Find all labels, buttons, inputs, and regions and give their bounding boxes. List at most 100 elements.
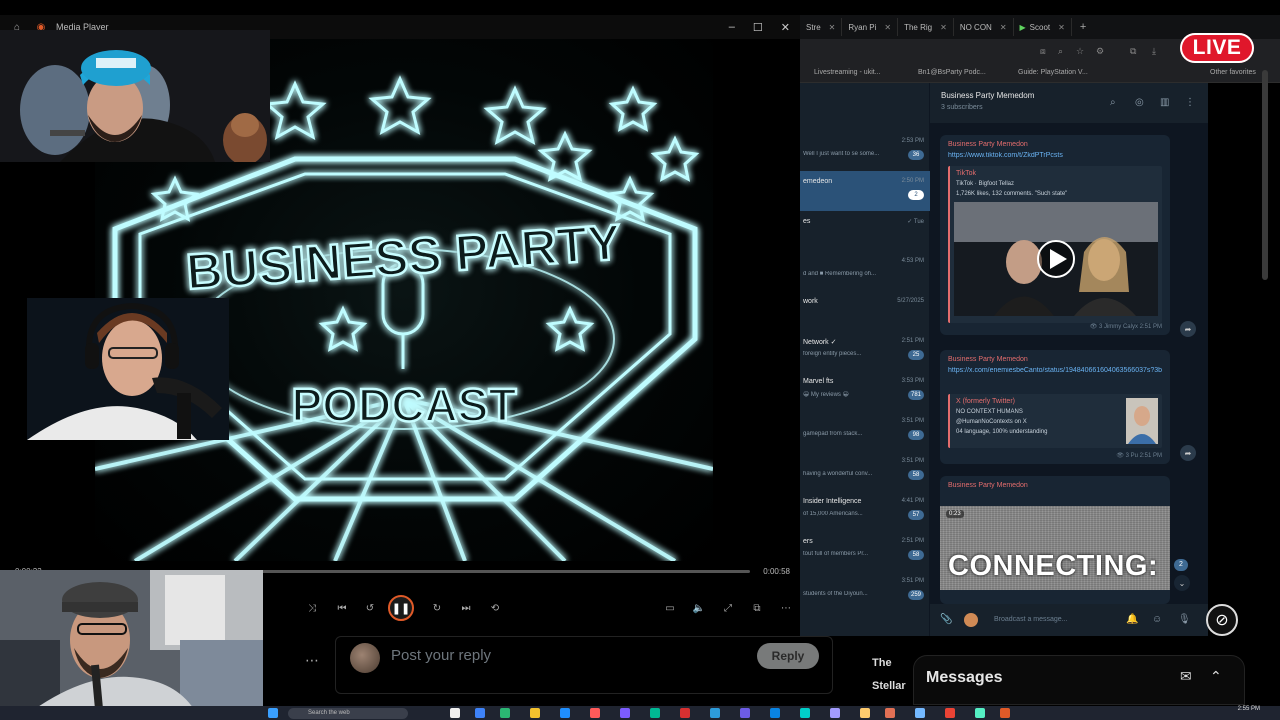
chat-list-item[interactable]: Marvel fts 3:53 PM 😀 My reviews 😀 781	[800, 371, 930, 411]
taskbar-app-icon[interactable]	[560, 708, 570, 718]
link-preview[interactable]: X (formerly Twitter) NO CONTEXT HUMANS @…	[948, 394, 1162, 448]
taskbar-app-icon[interactable]	[530, 708, 540, 718]
messages-panel[interactable]: Messages ✉ ⌃	[913, 655, 1245, 705]
chat-list-item[interactable]: 2:53 PM Well I just want to se some... 36	[800, 131, 930, 171]
sender-avatar[interactable]	[964, 613, 978, 627]
collections-icon[interactable]: ⧉	[1130, 46, 1136, 57]
message-bubble[interactable]: Business Party Memedon https://www.tikto…	[940, 135, 1170, 335]
fullscreen-icon[interactable]: ⤢	[720, 600, 736, 616]
forward-icon[interactable]: ➦	[1180, 321, 1196, 337]
trending-item-text[interactable]: Stellar	[872, 680, 906, 692]
taskbar-app-icon[interactable]	[650, 708, 660, 718]
chat-list-item[interactable]: es ✓ Tue	[800, 211, 930, 251]
taskbar-search[interactable]: Search the web	[288, 708, 408, 719]
voice-chat-icon[interactable]: ◎	[1135, 97, 1144, 108]
close-tab-icon[interactable]: ✕	[940, 23, 947, 32]
sidebar-toggle-icon[interactable]: ▥	[1160, 97, 1169, 108]
message-bubble[interactable]: Business Party Memedon https://x.com/ene…	[940, 350, 1170, 464]
browser-tab[interactable]: ▶ Scoot ✕	[1014, 18, 1072, 36]
close-tab-icon[interactable]: ✕	[884, 23, 891, 32]
start-icon[interactable]	[268, 708, 278, 718]
media-player-taskbar-icon[interactable]	[1000, 708, 1010, 718]
extension-icon[interactable]: ⚙	[1096, 46, 1104, 57]
pause-button[interactable]: ❚❚	[388, 595, 414, 621]
message-link[interactable]: https://x.com/enemiesbeCanto/status/1948…	[948, 367, 1162, 374]
bookmark-item[interactable]: Livestreaming - ukit...	[814, 69, 881, 76]
more-options-icon[interactable]: ⋮	[1185, 97, 1195, 108]
link-preview[interactable]: TikTok TikTok · Bigfoot Tellaz 1,726K li…	[948, 166, 1162, 323]
taskbar-app-icon[interactable]	[590, 708, 600, 718]
taskbar-app-icon[interactable]	[450, 708, 460, 718]
chat-header[interactable]: Business Party Memedom 3 subscribers ⌕ ◎…	[930, 83, 1208, 123]
new-message-icon[interactable]: ✉	[1180, 668, 1192, 685]
rewind-icon[interactable]: ↺	[362, 600, 378, 616]
taskbar-app-icon[interactable]	[830, 708, 840, 718]
compose-input[interactable]: Broadcast a message...	[994, 616, 1068, 623]
close-tab-icon[interactable]: ✕	[1000, 23, 1007, 32]
trending-item-text[interactable]: The	[872, 657, 892, 669]
video-thumbnail[interactable]	[954, 202, 1158, 316]
chat-list-item[interactable]: 4:53 PM d and ■ Remembering oh...	[800, 251, 930, 291]
microphone-icon[interactable]: 🎙	[1178, 614, 1191, 625]
taskbar-app-icon[interactable]	[740, 708, 750, 718]
taskbar-app-icon[interactable]	[860, 708, 870, 718]
taskbar-app-icon[interactable]	[975, 708, 985, 718]
search-icon[interactable]: ⌕	[1110, 97, 1116, 108]
forward-icon[interactable]: ➦	[1180, 445, 1196, 461]
taskbar-app-icon[interactable]	[710, 708, 720, 718]
chat-list-item[interactable]: 3:51 PM gamepad from stack... 98	[800, 411, 930, 451]
chat-list-item[interactable]: Insider Intelligence 4:41 PM of 15,000 Ame…	[800, 491, 930, 531]
bookmark-star-icon[interactable]: ☆	[1076, 46, 1084, 57]
browser-tab[interactable]: Stre ✕	[800, 18, 843, 36]
emoji-icon[interactable]: ☺	[1152, 614, 1162, 625]
attach-icon[interactable]: 📎	[940, 614, 952, 625]
taskbar-app-icon[interactable]	[915, 708, 925, 718]
zoom-icon[interactable]: ⌕	[1058, 46, 1063, 57]
video-message[interactable]: 0:23 CONNECTING:	[940, 506, 1170, 590]
chat-list-item[interactable]: emedeon 2:50 PM 2	[800, 171, 930, 211]
message-link[interactable]: https://www.tiktok.com/t/ZkdPTrPcsts	[948, 152, 1162, 159]
minimize-icon[interactable]: –	[729, 21, 735, 33]
bookmark-item[interactable]: Guide: PlayStation V...	[1018, 69, 1088, 76]
browser-tab[interactable]: The Rig ✕	[898, 18, 954, 36]
bookmark-item[interactable]: Bn1@BsParty Podc...	[918, 69, 986, 76]
taskbar-app-icon[interactable]	[885, 708, 895, 718]
captions-icon[interactable]: ▭	[662, 600, 678, 616]
reply-placeholder[interactable]: Post your reply	[391, 647, 491, 664]
chat-list-item[interactable]: Network ✓ 2:51 PM foreign entity pieces...…	[800, 331, 930, 371]
taskbar-app-icon[interactable]	[680, 708, 690, 718]
browser-scrollbar[interactable]	[1262, 70, 1268, 280]
disable-icon[interactable]: ⊘	[1206, 604, 1238, 636]
silent-bell-icon[interactable]: 🔔	[1126, 614, 1138, 625]
taskbar-app-icon[interactable]	[800, 708, 810, 718]
expand-icon[interactable]: ⌃	[1210, 668, 1222, 685]
taskbar-app-icon[interactable]	[770, 708, 780, 718]
shuffle-icon[interactable]: ⤨	[304, 600, 320, 616]
browser-tab[interactable]: Ryan Pi ✕	[842, 18, 899, 36]
maximize-icon[interactable]: ☐	[753, 21, 763, 34]
taskbar-app-icon[interactable]	[500, 708, 510, 718]
bookmark-item[interactable]: Other favorites	[1210, 69, 1256, 76]
scroll-down-icon[interactable]: ⌄	[1174, 575, 1190, 591]
reply-button[interactable]: Reply	[757, 643, 819, 669]
chat-list-item[interactable]: ers 2:51 PM tout full of members Pr... 58	[800, 531, 930, 571]
close-tab-icon[interactable]: ✕	[829, 23, 836, 32]
chat-list-item[interactable]: 3:51 PM having a wonderful conv... 58	[800, 451, 930, 491]
next-icon[interactable]: ⏭	[458, 600, 474, 616]
volume-icon[interactable]: 🔈	[691, 600, 707, 616]
forward-icon[interactable]: ↻	[429, 600, 445, 616]
taskbar-app-icon[interactable]	[620, 708, 630, 718]
close-icon[interactable]: ✕	[781, 21, 790, 34]
reply-input[interactable]	[335, 636, 833, 694]
close-tab-icon[interactable]: ✕	[1058, 23, 1065, 32]
more-dots-icon[interactable]: ⋯	[305, 652, 319, 669]
new-tab-icon[interactable]: +	[1080, 21, 1086, 33]
chat-list-item[interactable]: 3:51 PM students of the Diyoun... 259	[800, 571, 930, 611]
translate-icon[interactable]: ⧈	[1040, 46, 1046, 57]
mini-player-icon[interactable]: ⧉	[749, 600, 765, 616]
repeat-icon[interactable]: ⟲	[487, 600, 503, 616]
more-icon[interactable]: ⋯	[778, 600, 794, 616]
chat-list-item[interactable]: work 5/27/2025	[800, 291, 930, 331]
chrome-icon[interactable]	[945, 708, 955, 718]
previous-icon[interactable]: ⏮	[334, 600, 350, 616]
